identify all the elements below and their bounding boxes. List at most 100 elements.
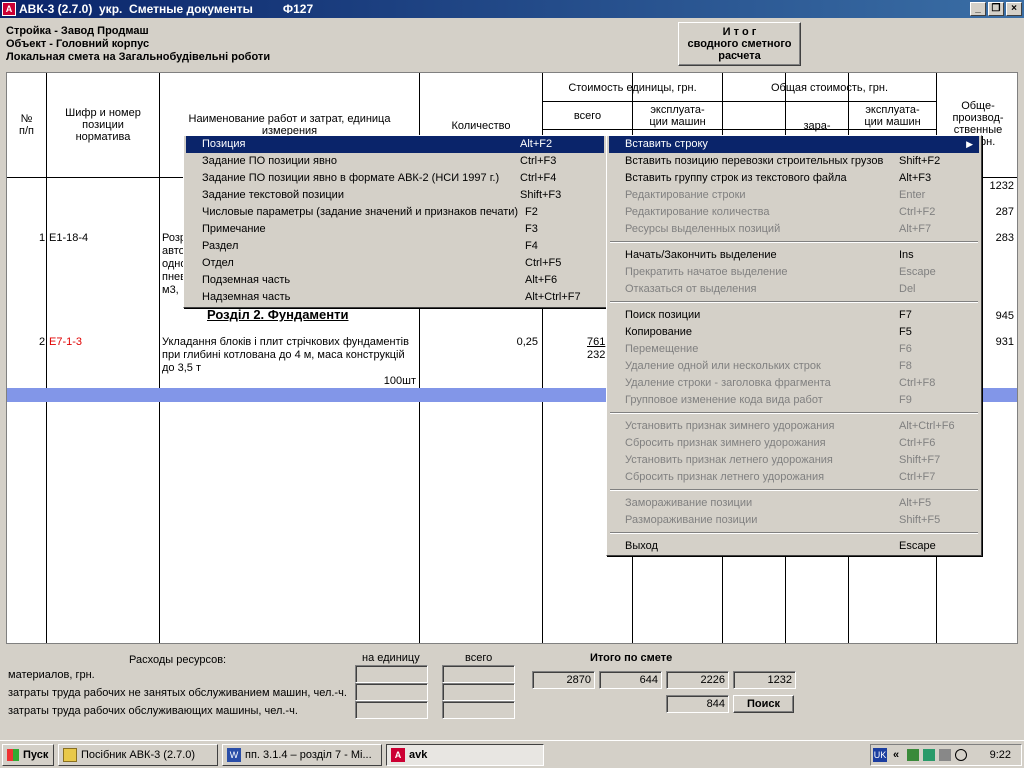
itog-overhead-field: 1232: [733, 671, 796, 689]
per-unit-label: на единицу: [362, 652, 420, 664]
menu-item-unfreeze[interactable]: Размораживание позиции Shift+F5: [609, 512, 979, 529]
row-name-line: Укладання блоків і плит стрічкових фунда…: [162, 336, 409, 348]
menu-separator: [610, 301, 978, 303]
search-button[interactable]: Поиск: [733, 695, 794, 713]
menu-item-move[interactable]: Перемещение F6: [609, 341, 979, 358]
restore-button[interactable]: ❐: [988, 2, 1004, 16]
labor2-total-field: [442, 701, 515, 719]
materials-label: материалов, грн.: [8, 669, 95, 681]
menu-item-copy[interactable]: Копирование F5: [609, 324, 979, 341]
menu-item-set-summer[interactable]: Установить признак летнего удорожания Shi…: [609, 452, 979, 469]
menu-item-numeric-params[interactable]: Числовые параметры (задание значений и п…: [186, 204, 604, 221]
row-name-line: при глибині котлована до 4 м, маса конст…: [162, 349, 405, 361]
overhead-value: 931: [995, 336, 1014, 348]
folder-icon: [63, 748, 77, 762]
taskbar-item-word[interactable]: Wпп. 3.1.4 – розділ 7 - Mi...: [222, 744, 382, 766]
header-unit-cost: Стоимость единицы, грн.: [568, 82, 697, 94]
row-num: 2: [39, 336, 46, 348]
menu-item-aboveground[interactable]: Надземная часть Alt+Ctrl+F7: [186, 289, 604, 306]
row-code: Е1-18-4: [49, 232, 89, 244]
menu-item-insert-transport[interactable]: Вставить позицию перевозки строительных …: [609, 153, 979, 170]
header-code: Шифр и номер позиции норматива: [65, 107, 141, 143]
row-num: 1: [39, 232, 46, 244]
window-controls: _ ❐ ×: [970, 2, 1022, 16]
app-icon: A: [2, 2, 16, 16]
labor1-total-field: [442, 683, 515, 701]
itog-machines-field: 644: [599, 671, 662, 689]
overhead-value: 1232: [989, 180, 1014, 192]
menu-item-edit-qty[interactable]: Редактирование количества Ctrl+F2: [609, 204, 979, 221]
header-unit-machines: эксплуата-ции машин: [649, 104, 706, 128]
menu-item-section[interactable]: Раздел F4: [186, 238, 604, 255]
tray-expand-icon[interactable]: «: [893, 745, 899, 765]
menu-separator: [610, 489, 978, 491]
window-title: АВК-3 (2.7.0) укр. Сметные документы Ф12…: [19, 2, 314, 16]
menu-item-exit[interactable]: Выход Escape: [609, 538, 979, 555]
taskbar-item-avk[interactable]: Aavk: [386, 744, 544, 766]
submenu-arrow-icon: ▶: [966, 139, 973, 149]
menu-separator: [610, 412, 978, 414]
row-unit-total: 761: [587, 336, 606, 348]
menu-item-department[interactable]: Отдел Ctrl+F5: [186, 255, 604, 272]
header-construction: Стройка - Завод Продмаш: [6, 25, 149, 37]
header-total-machines: эксплуата-ции машин: [864, 104, 921, 128]
itog-second-field: 844: [666, 695, 729, 713]
row-code: Е7-1-3: [49, 336, 83, 348]
menu-item-stop-selection[interactable]: Прекратить начатое выделение Escape: [609, 264, 979, 281]
itog-wages-field: 2226: [666, 671, 729, 689]
clock[interactable]: 9:22: [990, 745, 1011, 765]
menu-item-insert-from-file[interactable]: Вставить группу строк из текстового файл…: [609, 170, 979, 187]
summary-estimate-button[interactable]: И т о г сводного сметного расчета: [678, 22, 801, 66]
header-object: Объект - Головний корпус: [6, 38, 150, 50]
row-qty: 0,25: [516, 336, 538, 348]
header-estimate: Локальная смета на Загальнобудівельні ро…: [6, 51, 271, 63]
menu-item-delete-header[interactable]: Удаление строки - заголовка фрагмента Ctr…: [609, 375, 979, 392]
close-button[interactable]: ×: [1006, 2, 1022, 16]
header-qty: Количество: [451, 120, 511, 132]
header-num: № п/п: [19, 113, 34, 137]
row-unit-total-2: 232: [587, 349, 606, 361]
menu-item-toggle-selection[interactable]: Начать/Закончить выделение Ins: [609, 247, 979, 264]
overhead-value: 283: [995, 232, 1014, 244]
header-total-wages: зара-: [803, 120, 831, 132]
menu-item-group-change[interactable]: Групповое изменение кода вида работ F9: [609, 392, 979, 409]
taskbar: Пуск Посібник АВК-3 (2.7.0) Wпп. 3.1.4 –…: [0, 740, 1024, 768]
windows-logo-icon: [7, 749, 19, 761]
menu-item-edit-row[interactable]: Редактирование строки Enter: [609, 187, 979, 204]
overhead-value: 287: [995, 206, 1014, 218]
labor-machine-label: затраты труда рабочих обслуживающих маши…: [8, 705, 298, 717]
menu-item-note[interactable]: Примечание F3: [186, 221, 604, 238]
tray-app-icon[interactable]: [907, 749, 919, 761]
labor2-per-unit-field: [355, 701, 428, 719]
menu-item-set-winter[interactable]: Установить признак зимнего удорожания Alt…: [609, 418, 979, 435]
menu-item-po-avk2[interactable]: Задание ПО позиции явно в формате АВК-2 …: [186, 170, 604, 187]
menu-item-search-position[interactable]: Поиск позиции F7: [609, 307, 979, 324]
menu-item-insert-row[interactable]: Вставить строку ▶: [609, 136, 979, 153]
resources-title: Расходы ресурсов:: [129, 654, 227, 666]
menu-item-resources[interactable]: Ресурсы выделенных позиций Alt+F7: [609, 221, 979, 238]
row-name-line: м3,: [162, 284, 179, 296]
tray-clock-icon[interactable]: [955, 749, 967, 761]
itog-title: Итого по смете: [590, 652, 673, 664]
tray-monitor-icon[interactable]: [939, 749, 951, 761]
insert-submenu: Позиция Alt+F2 Задание ПО позиции явно Ctr…: [183, 135, 607, 308]
taskbar-item-guide[interactable]: Посібник АВК-3 (2.7.0): [58, 744, 218, 766]
header-unit-total: всего: [573, 110, 602, 122]
materials-total-field: [442, 665, 515, 683]
menu-item-freeze[interactable]: Замораживание позиции Alt+F5: [609, 495, 979, 512]
menu-item-cancel-selection[interactable]: Отказаться от выделения Del: [609, 281, 979, 298]
menu-item-reset-winter[interactable]: Сбросить признак зимнего удорожания Ctrl+…: [609, 435, 979, 452]
menu-item-delete-rows[interactable]: Удаление одной или нескольких строк F8: [609, 358, 979, 375]
summary-button-line3: расчета: [718, 50, 761, 62]
header-name: Наименование работ и затрат, единица изме…: [188, 113, 391, 137]
menu-item-position[interactable]: Позиция Alt+F2: [186, 136, 604, 153]
menu-item-underground[interactable]: Подземная часть Alt+F6: [186, 272, 604, 289]
tray-network-icon[interactable]: [923, 749, 935, 761]
summary-button-line2: сводного сметного: [687, 38, 792, 50]
minimize-button[interactable]: _: [970, 2, 986, 16]
menu-item-po-explicit[interactable]: Задание ПО позиции явно Ctrl+F3: [186, 153, 604, 170]
start-button[interactable]: Пуск: [2, 744, 54, 766]
menu-item-text-position[interactable]: Задание текстовой позиции Shift+F3: [186, 187, 604, 204]
language-indicator[interactable]: UK: [873, 748, 887, 762]
menu-item-reset-summer[interactable]: Сбросить признак летнего удорожания Ctrl+…: [609, 469, 979, 486]
